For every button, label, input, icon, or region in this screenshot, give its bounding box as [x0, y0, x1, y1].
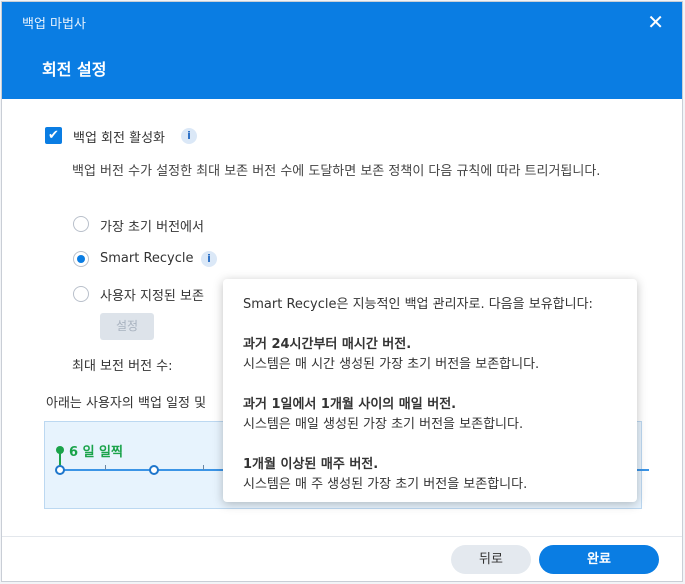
tooltip-rule-title: 1개월 이상된 매주 버전.: [243, 457, 379, 472]
settings-button[interactable]: 설정: [100, 313, 154, 340]
option-earliest-radio[interactable]: [73, 216, 89, 232]
option-earliest-label: 가장 초기 버전에서: [100, 220, 204, 235]
tooltip-rule-detail: 시스템은 매 시간 생성된 가장 초기 버전을 보존합니다.: [243, 357, 540, 372]
info-icon[interactable]: i: [181, 128, 197, 144]
schedule-note: 아래는 사용자의 백업 일정 및: [46, 396, 207, 411]
backup-wizard-dialog: 백업 마법사 ✕ 회전 설정 ✔ 백업 회전 활성화 i 백업 버전 수가 설정…: [1, 1, 683, 582]
option-custom-radio[interactable]: [73, 286, 89, 302]
tooltip-rule-title: 과거 24시간부터 매시간 버전.: [243, 337, 412, 352]
tooltip-rule-detail: 시스템은 매 주 생성된 가장 초기 버전을 보존합니다.: [243, 477, 528, 492]
tooltip-rule-title: 과거 1일에서 1개월 사이의 매일 버전.: [243, 397, 457, 412]
smart-recycle-tooltip: Smart Recycle은 지능적인 백업 관리자로. 다음을 보유합니다: …: [223, 279, 637, 502]
rotation-description: 백업 버전 수가 설정한 최대 보존 버전 수에 도달하면 보존 정책이 다음 …: [72, 164, 601, 179]
dialog-header: 백업 마법사 ✕ 회전 설정: [2, 2, 682, 99]
timeline-node: [55, 465, 65, 475]
enable-rotation-checkbox[interactable]: ✔: [45, 127, 62, 144]
option-smart-recycle-radio[interactable]: [73, 251, 89, 267]
enable-rotation-label: 백업 회전 활성화: [73, 131, 165, 146]
option-custom-label: 사용자 지정된 보존: [100, 289, 204, 304]
timeline-label: 6 일 일찍: [69, 445, 123, 460]
smart-recycle-info-icon[interactable]: i: [201, 251, 217, 267]
done-button[interactable]: 완료: [539, 545, 659, 574]
option-smart-recycle-label: Smart Recycle: [100, 251, 194, 266]
timeline-node: [149, 465, 159, 475]
back-button[interactable]: 뒤로: [451, 545, 531, 574]
close-icon[interactable]: ✕: [647, 10, 664, 34]
timeline-tick: [105, 465, 106, 470]
tooltip-rule-detail: 시스템은 매일 생성된 가장 초기 버전을 보존합니다.: [243, 417, 524, 432]
footer-divider: [2, 536, 682, 537]
step-title: 회전 설정: [42, 60, 107, 79]
max-versions-label: 최대 보전 버전 수:: [72, 359, 173, 374]
timeline-tick: [203, 465, 204, 470]
window-title: 백업 마법사: [22, 17, 86, 32]
tooltip-intro: Smart Recycle은 지능적인 백업 관리자로. 다음을 보유합니다:: [243, 297, 593, 312]
